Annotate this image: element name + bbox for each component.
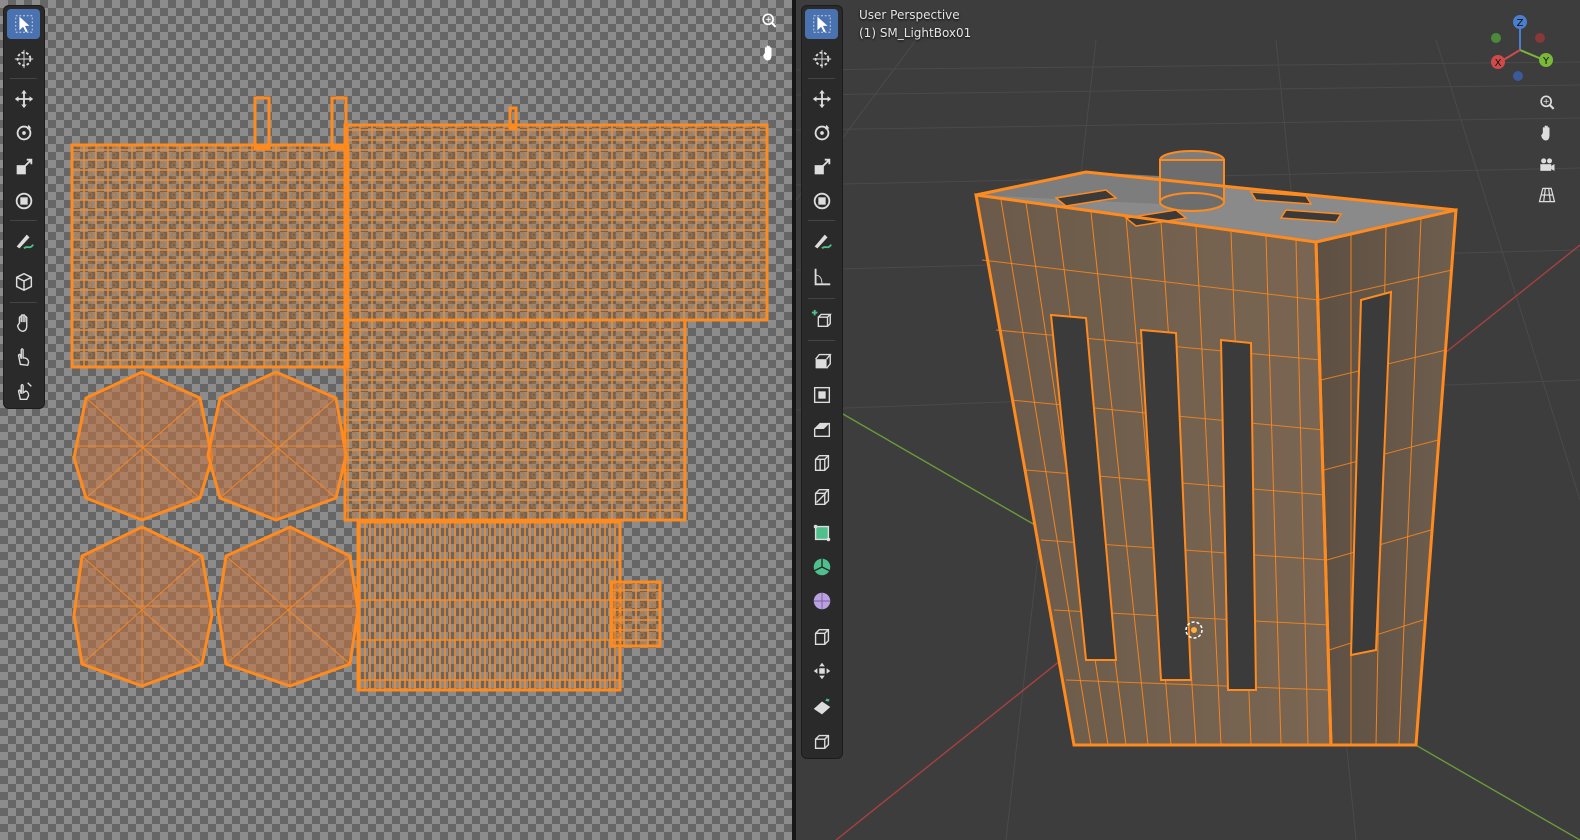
uv-editor[interactable] xyxy=(0,0,792,840)
shrink-fatten-icon[interactable] xyxy=(805,656,838,686)
camera-icon[interactable] xyxy=(1534,152,1560,178)
uv-island[interactable] xyxy=(356,520,622,692)
3d-viewport[interactable]: User Perspective (1) SM_LightBox01 Z Y X xyxy=(796,0,1580,840)
rip-region-icon[interactable] xyxy=(7,266,40,296)
uv-toolbar xyxy=(4,6,44,408)
gizmo-x-label: X xyxy=(1495,58,1502,69)
grab-icon[interactable] xyxy=(7,308,40,338)
gizmo-z-label: Z xyxy=(1517,18,1524,29)
zoom-icon[interactable] xyxy=(1534,90,1560,116)
bevel-icon[interactable] xyxy=(805,414,838,444)
scale-icon[interactable] xyxy=(805,152,838,182)
cursor-icon[interactable] xyxy=(7,44,40,74)
knife-icon[interactable] xyxy=(805,482,838,512)
shear-icon[interactable] xyxy=(805,692,838,722)
measure-icon[interactable] xyxy=(805,262,838,292)
uv-islands-canvas[interactable] xyxy=(0,0,792,840)
transform-icon[interactable] xyxy=(805,186,838,216)
move-icon[interactable] xyxy=(7,84,40,114)
grid-perspective-icon[interactable] xyxy=(1534,182,1560,208)
uv-island[interactable] xyxy=(343,123,769,322)
extrude-region-icon[interactable] xyxy=(805,346,838,376)
uv-island[interactable] xyxy=(610,580,662,648)
zoom-icon[interactable] xyxy=(756,8,782,34)
lightbox-mesh[interactable] xyxy=(974,150,1458,747)
add-cube-icon[interactable] xyxy=(805,304,838,334)
cursor-icon[interactable] xyxy=(805,44,838,74)
rip-icon[interactable] xyxy=(805,726,838,756)
pinch-icon[interactable] xyxy=(7,376,40,406)
active-object-label: (1) SM_LightBox01 xyxy=(859,26,972,40)
smooth-icon[interactable] xyxy=(805,586,838,616)
viewport-toolbar xyxy=(802,6,842,758)
transform-icon[interactable] xyxy=(7,186,40,216)
navigation-gizmo[interactable]: Z Y X xyxy=(1482,10,1562,90)
inset-faces-icon[interactable] xyxy=(805,380,838,410)
relax-icon[interactable] xyxy=(7,342,40,372)
uv-hex-islands[interactable] xyxy=(72,370,360,688)
scale-icon[interactable] xyxy=(7,152,40,182)
rotate-icon[interactable] xyxy=(7,118,40,148)
annotate-icon[interactable] xyxy=(805,226,838,256)
select-box-icon[interactable] xyxy=(7,9,40,39)
uv-island[interactable] xyxy=(70,143,350,369)
move-icon[interactable] xyxy=(805,84,838,114)
annotate-icon[interactable] xyxy=(7,226,40,256)
view-name-label: User Perspective xyxy=(859,8,960,22)
spin-icon[interactable] xyxy=(805,552,838,582)
loop-cut-icon[interactable] xyxy=(805,448,838,478)
select-box-icon[interactable] xyxy=(805,9,838,39)
gizmo-y-label: Y xyxy=(1542,56,1550,67)
rotate-icon[interactable] xyxy=(805,118,838,148)
poly-build-icon[interactable] xyxy=(805,518,838,548)
pan-hand-icon[interactable] xyxy=(1534,120,1560,146)
pan-hand-icon[interactable] xyxy=(756,40,782,66)
viewport-scene[interactable] xyxy=(796,0,1580,840)
edge-slide-icon[interactable] xyxy=(805,622,838,652)
uv-island[interactable] xyxy=(343,318,687,522)
